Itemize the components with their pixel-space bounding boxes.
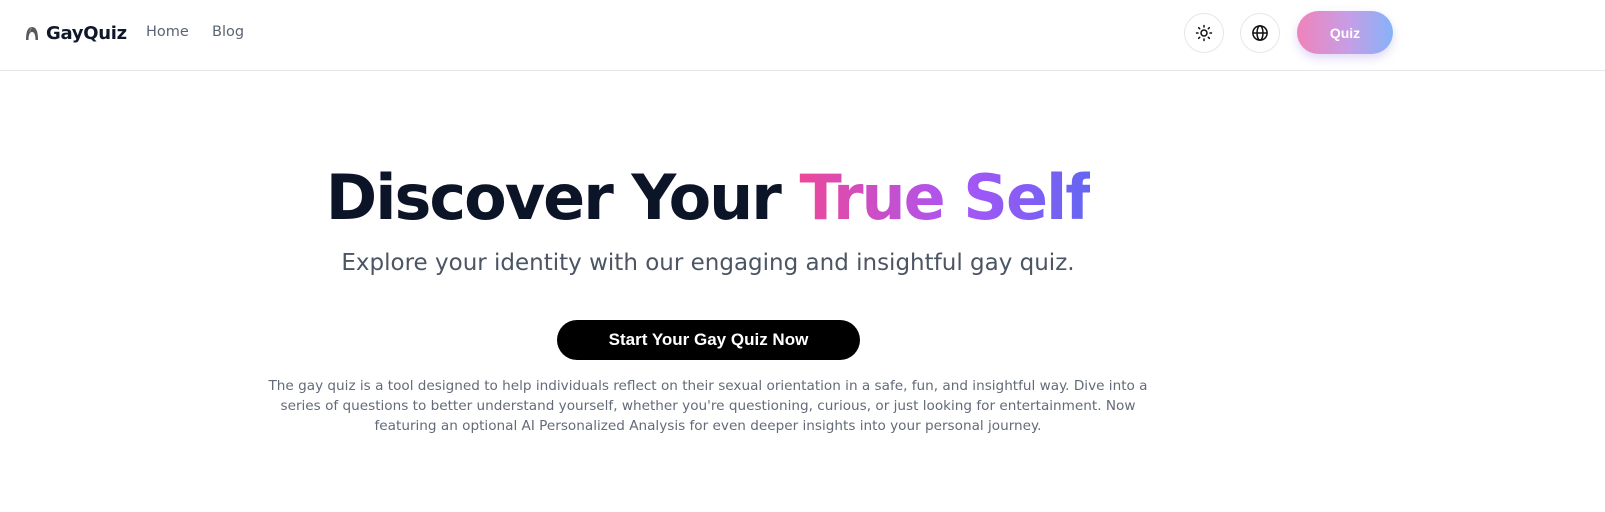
- start-quiz-button[interactable]: Start Your Gay Quiz Now: [557, 320, 860, 360]
- hero-title: Discover Your True Self: [0, 160, 1416, 236]
- brand-logo-icon: [26, 27, 38, 40]
- hero-subtitle: Explore your identity with our engaging …: [341, 250, 1075, 276]
- language-button[interactable]: [1240, 13, 1280, 53]
- sun-icon: [1195, 24, 1213, 42]
- brand-logo-link[interactable]: GayQuiz: [24, 20, 127, 46]
- hero-title-plain: Discover Your: [325, 161, 800, 234]
- globe-icon: [1252, 25, 1268, 41]
- nav-link-blog[interactable]: Blog: [212, 24, 244, 40]
- hero-description: The gay quiz is a tool designed to help …: [268, 378, 1148, 434]
- nav-link-home[interactable]: Home: [146, 24, 189, 40]
- theme-toggle-button[interactable]: [1184, 13, 1224, 53]
- brand-name: GayQuiz: [46, 22, 127, 44]
- quiz-button[interactable]: Quiz: [1297, 11, 1393, 54]
- hero-title-highlight: True Self: [799, 161, 1092, 234]
- top-navbar: GayQuiz Home Blog Quiz: [0, 0, 1605, 71]
